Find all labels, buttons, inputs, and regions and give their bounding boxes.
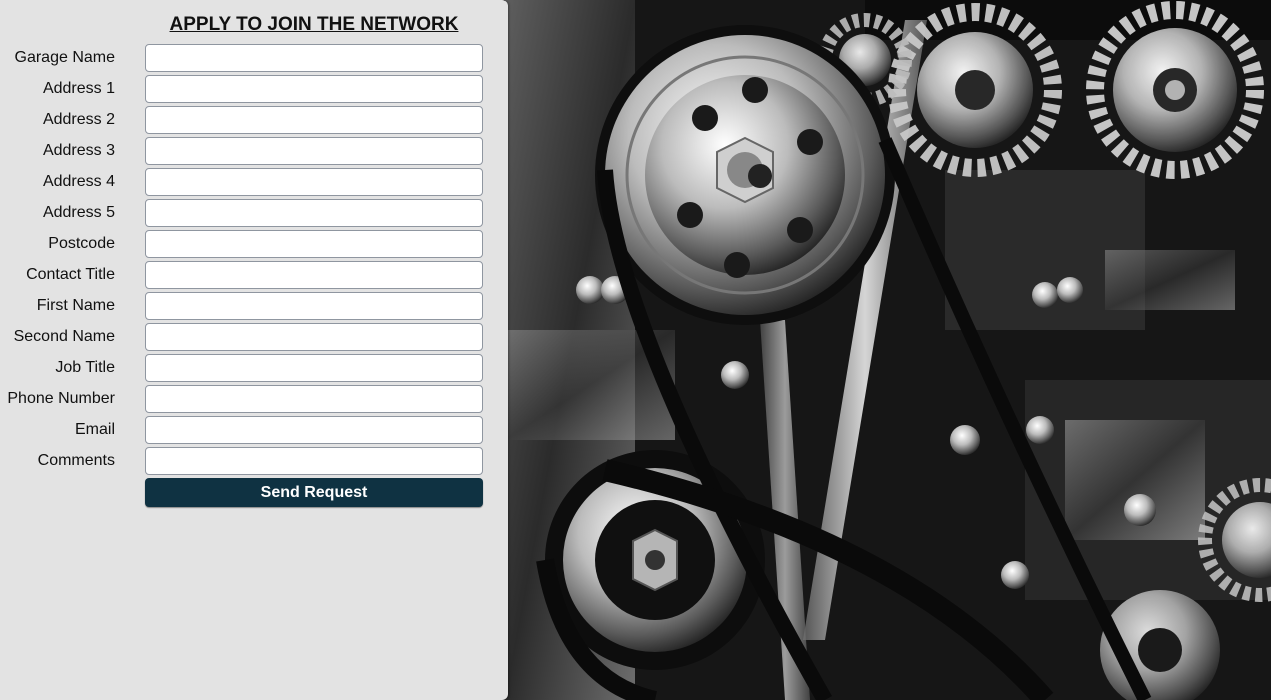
field-row-phone-number: Phone Number — [0, 385, 490, 413]
job-title-input[interactable] — [145, 354, 483, 382]
field-row-first-name: First Name — [0, 292, 490, 320]
engine-background-image — [505, 0, 1271, 700]
address-1-input[interactable] — [145, 75, 483, 103]
application-form-panel: APPLY TO JOIN THE NETWORK Garage Name Ad… — [0, 0, 508, 700]
field-row-address-1: Address 1 — [0, 75, 490, 103]
second-name-label: Second Name — [13, 328, 115, 345]
field-row-postcode: Postcode — [0, 230, 490, 258]
field-row-email: Email — [0, 416, 490, 444]
postcode-input[interactable] — [145, 230, 483, 258]
comments-input[interactable] — [145, 447, 483, 475]
send-request-button[interactable]: Send Request — [145, 478, 483, 507]
garage-name-input[interactable] — [145, 44, 483, 72]
field-row-address-3: Address 3 — [0, 137, 490, 165]
second-name-input[interactable] — [145, 323, 483, 351]
field-row-contact-title: Contact Title — [0, 261, 490, 289]
contact-title-input[interactable] — [145, 261, 483, 289]
address-2-input[interactable] — [145, 106, 483, 134]
postcode-label: Postcode — [48, 235, 115, 252]
job-title-label: Job Title — [55, 359, 115, 376]
field-row-address-5: Address 5 — [0, 199, 490, 227]
field-row-comments: Comments — [0, 447, 490, 475]
field-row-address-4: Address 4 — [0, 168, 490, 196]
email-label: Email — [74, 421, 115, 438]
page: APPLY TO JOIN THE NETWORK Garage Name Ad… — [0, 0, 1271, 700]
address-4-label: Address 4 — [42, 173, 115, 190]
phone-number-label: Phone Number — [7, 390, 115, 407]
first-name-label: First Name — [36, 297, 115, 314]
field-row-job-title: Job Title — [0, 354, 490, 382]
field-row-garage-name: Garage Name — [0, 44, 490, 72]
phone-number-input[interactable] — [145, 385, 483, 413]
form-title: APPLY TO JOIN THE NETWORK — [169, 14, 459, 35]
comments-label: Comments — [37, 452, 115, 469]
garage-name-label: Garage Name — [14, 49, 116, 66]
field-row-second-name: Second Name — [0, 323, 490, 351]
contact-title-label: Contact Title — [26, 266, 115, 283]
address-1-label: Address 1 — [42, 80, 115, 97]
field-row-address-2: Address 2 — [0, 106, 490, 134]
main-pulley — [595, 25, 895, 325]
address-3-input[interactable] — [145, 137, 483, 165]
address-5-label: Address 5 — [42, 204, 115, 221]
address-3-label: Address 3 — [42, 142, 115, 159]
address-4-input[interactable] — [145, 168, 483, 196]
address-2-label: Address 2 — [42, 111, 115, 128]
address-5-input[interactable] — [145, 199, 483, 227]
engine-illustration — [505, 0, 1271, 700]
email-input[interactable] — [145, 416, 483, 444]
gear-right — [1086, 1, 1264, 179]
first-name-input[interactable] — [145, 292, 483, 320]
